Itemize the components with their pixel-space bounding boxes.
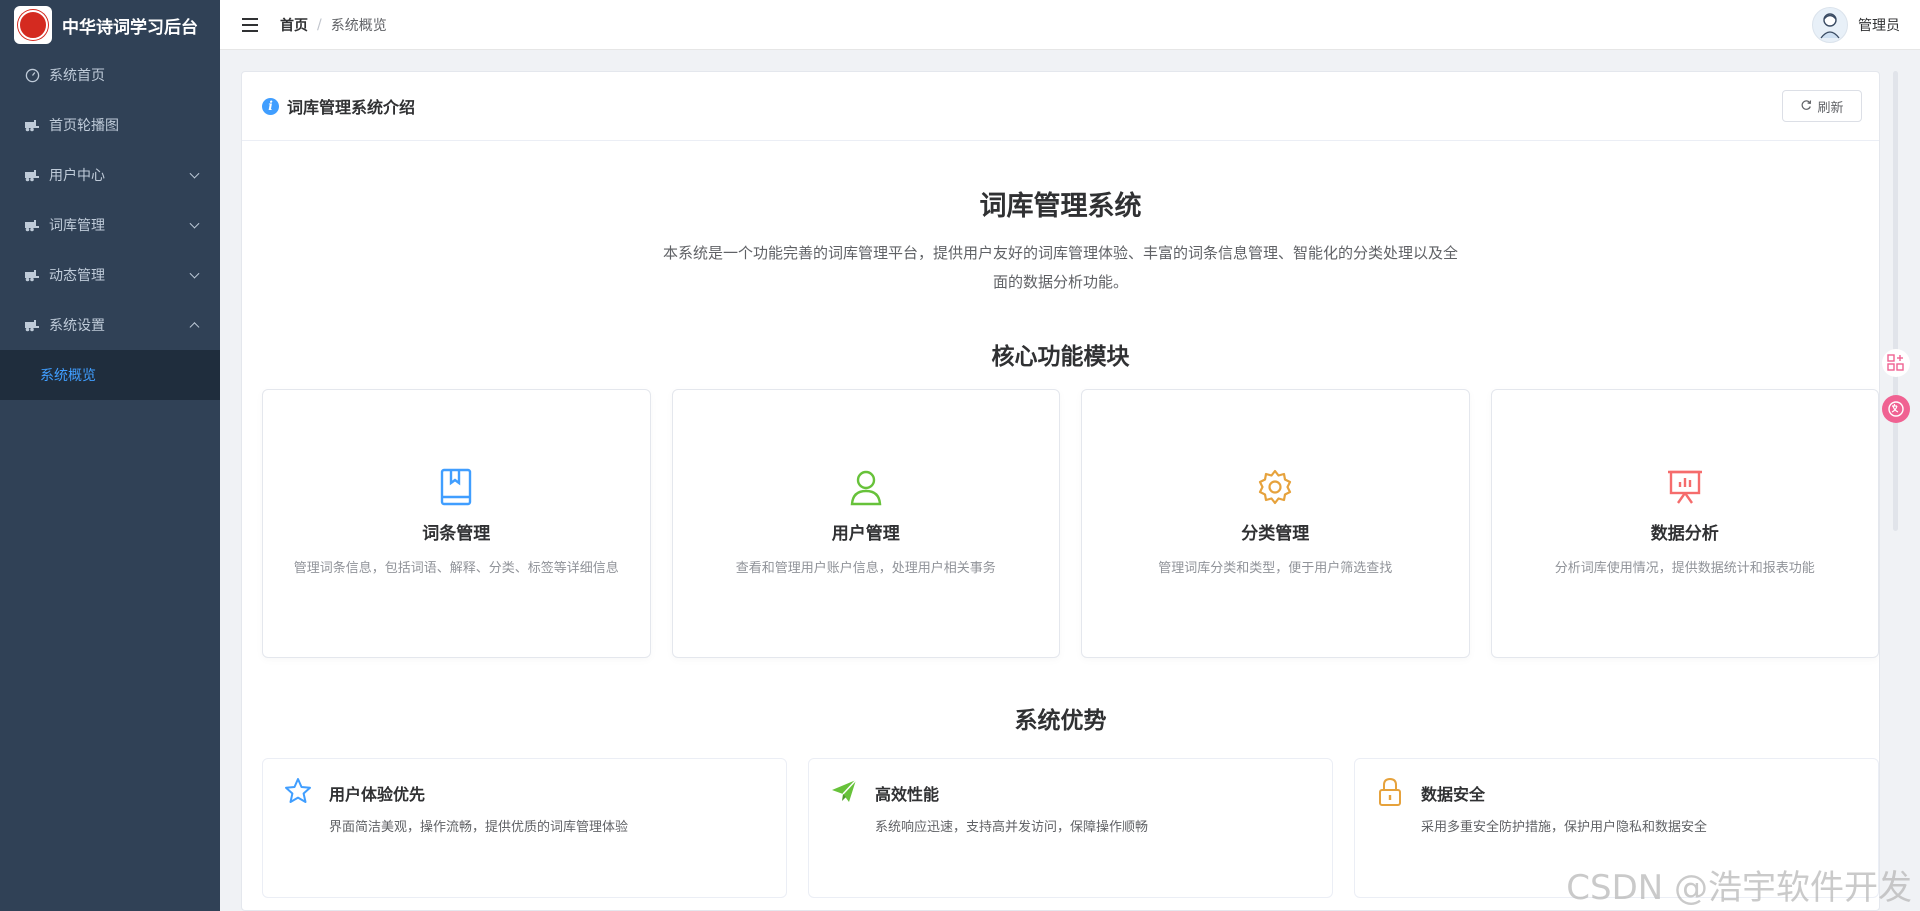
watermark: CSDN @浩宇软件开发 [1566,868,1912,908]
overview-card: i 词库管理系统介绍 刷新 词库管理系统 本系统是一个功能完善的词库管理平台，提… [241,71,1880,911]
feature-desc: 管理词库分类和类型，便于用户筛选查找 [1158,561,1393,576]
sidebar-item-label: 系统设置 [49,318,105,334]
feature-card-analytics[interactable]: 数据分析 分析词库使用情况，提供数据统计和报表功能 [1490,389,1879,658]
dashboard-icon [24,67,40,83]
hamburger-menu-icon[interactable] [242,17,258,32]
advantage-desc: 采用多重安全防护措施，保护用户隐私和数据安全 [1421,820,1708,835]
advantage-desc: 界面简洁美观，操作流畅，提供优质的词库管理体验 [329,820,629,835]
advantage-title: 用户体验优先 [329,785,426,804]
advantages-title: 系统优势 [1014,708,1107,734]
sidebar-item-settings[interactable]: 系统设置 [0,300,220,350]
refresh-icon [1800,99,1812,114]
sidebar-item-lexicon[interactable]: 词库管理 [0,200,220,250]
feature-card-users[interactable]: 用户管理 查看和管理用户账户信息，处理用户相关事务 [671,389,1060,658]
translate-icon[interactable] [1882,395,1910,423]
sidebar-item-label: 首页轮播图 [49,118,119,134]
intro-section: 词库管理系统 本系统是一个功能完善的词库管理平台，提供用户友好的词库管理体验、丰… [242,184,1879,297]
forklift-icon [24,267,40,283]
app-title: 中华诗词学习后台 [62,17,198,38]
feature-card-categories[interactable]: 分类管理 管理词库分类和类型，便于用户筛选查找 [1081,389,1470,658]
chart-board-icon [1665,467,1705,507]
feature-card-entries[interactable]: 词条管理 管理词条信息，包括词语、解释、分类、标签等详细信息 [262,389,651,658]
book-icon [436,467,476,507]
user-icon [846,467,886,507]
sidebar: 中华诗词学习后台 系统首页 首页轮播图 用户中心 词库管理 动态管理 系统设置 … [0,0,220,911]
avatar[interactable] [1812,7,1848,43]
sidebar-subitem-label: 系统概览 [40,368,96,384]
sidebar-item-label: 用户中心 [49,168,105,184]
app-logo [14,6,52,44]
sidebar-item-home[interactable]: 系统首页 [0,50,220,100]
system-description: 本系统是一个功能完善的词库管理平台，提供用户友好的词库管理体验、丰富的词条信息管… [662,244,1458,291]
breadcrumb-separator: / [317,16,322,33]
feature-list: 词条管理 管理词条信息，包括词语、解释、分类、标签等详细信息 用户管理 查看和管… [262,389,1879,658]
sidebar-item-dynamics[interactable]: 动态管理 [0,250,220,300]
sidebar-subitem-overview[interactable]: 系统概览 [0,350,220,400]
forklift-icon [24,317,40,333]
system-title: 词库管理系统 [979,191,1142,222]
advantage-desc: 系统响应迅速，支持高并发访问，保障操作顺畅 [875,820,1149,835]
lock-icon [1375,777,1405,807]
sidebar-item-carousel[interactable]: 首页轮播图 [0,100,220,150]
seal-icon [18,10,48,40]
card-title: 词库管理系统介绍 [287,98,416,117]
breadcrumb: 首页 / 系统概览 [280,15,387,35]
breadcrumb-home-link[interactable]: 首页 [280,15,308,35]
feature-desc: 管理词条信息，包括词语、解释、分类、标签等详细信息 [293,561,619,576]
chevron-up-icon [189,322,200,333]
feature-title: 数据分析 [1650,524,1719,544]
info-icon: i [262,97,279,115]
brand[interactable]: 中华诗词学习后台 [0,0,220,50]
modules-title: 核心功能模块 [991,344,1130,370]
advantage-card-performance: 高效性能 系统响应迅速，支持高并发访问，保障操作顺畅 [808,758,1333,898]
card-header: i 词库管理系统介绍 刷新 [242,72,1879,141]
forklift-icon [24,117,40,133]
feature-desc: 查看和管理用户账户信息，处理用户相关事务 [735,561,996,576]
sidebar-item-label: 词库管理 [49,218,105,234]
refresh-label: 刷新 [1817,99,1844,115]
refresh-button[interactable]: 刷新 [1782,90,1862,122]
top-navbar: 首页 / 系统概览 管理员 [220,0,1920,50]
gear-icon [1255,467,1295,507]
breadcrumb-current: 系统概览 [330,17,387,34]
advantage-title: 数据安全 [1421,785,1486,804]
user-menu[interactable]: 管理员 [1812,7,1900,43]
scrollbar[interactable] [1893,71,1898,531]
star-icon [283,777,313,807]
chevron-down-icon [189,218,200,229]
sidebar-item-label: 动态管理 [49,268,105,284]
sidebar-item-user-center[interactable]: 用户中心 [0,150,220,200]
feature-title: 分类管理 [1241,524,1310,544]
paper-plane-icon [829,777,859,807]
sidebar-item-label: 系统首页 [49,68,105,84]
feature-desc: 分析词库使用情况，提供数据统计和报表功能 [1554,561,1815,576]
forklift-icon [24,167,40,183]
chevron-down-icon [189,168,200,179]
chevron-down-icon [189,268,200,279]
feature-title: 用户管理 [831,524,900,544]
forklift-icon [24,217,40,233]
advantage-title: 高效性能 [875,785,940,804]
feature-title: 词条管理 [422,524,491,544]
advantage-card-ux: 用户体验优先 界面简洁美观，操作流畅，提供优质的词库管理体验 [262,758,787,898]
user-name: 管理员 [1858,18,1900,34]
widget-add-icon[interactable] [1882,349,1910,377]
